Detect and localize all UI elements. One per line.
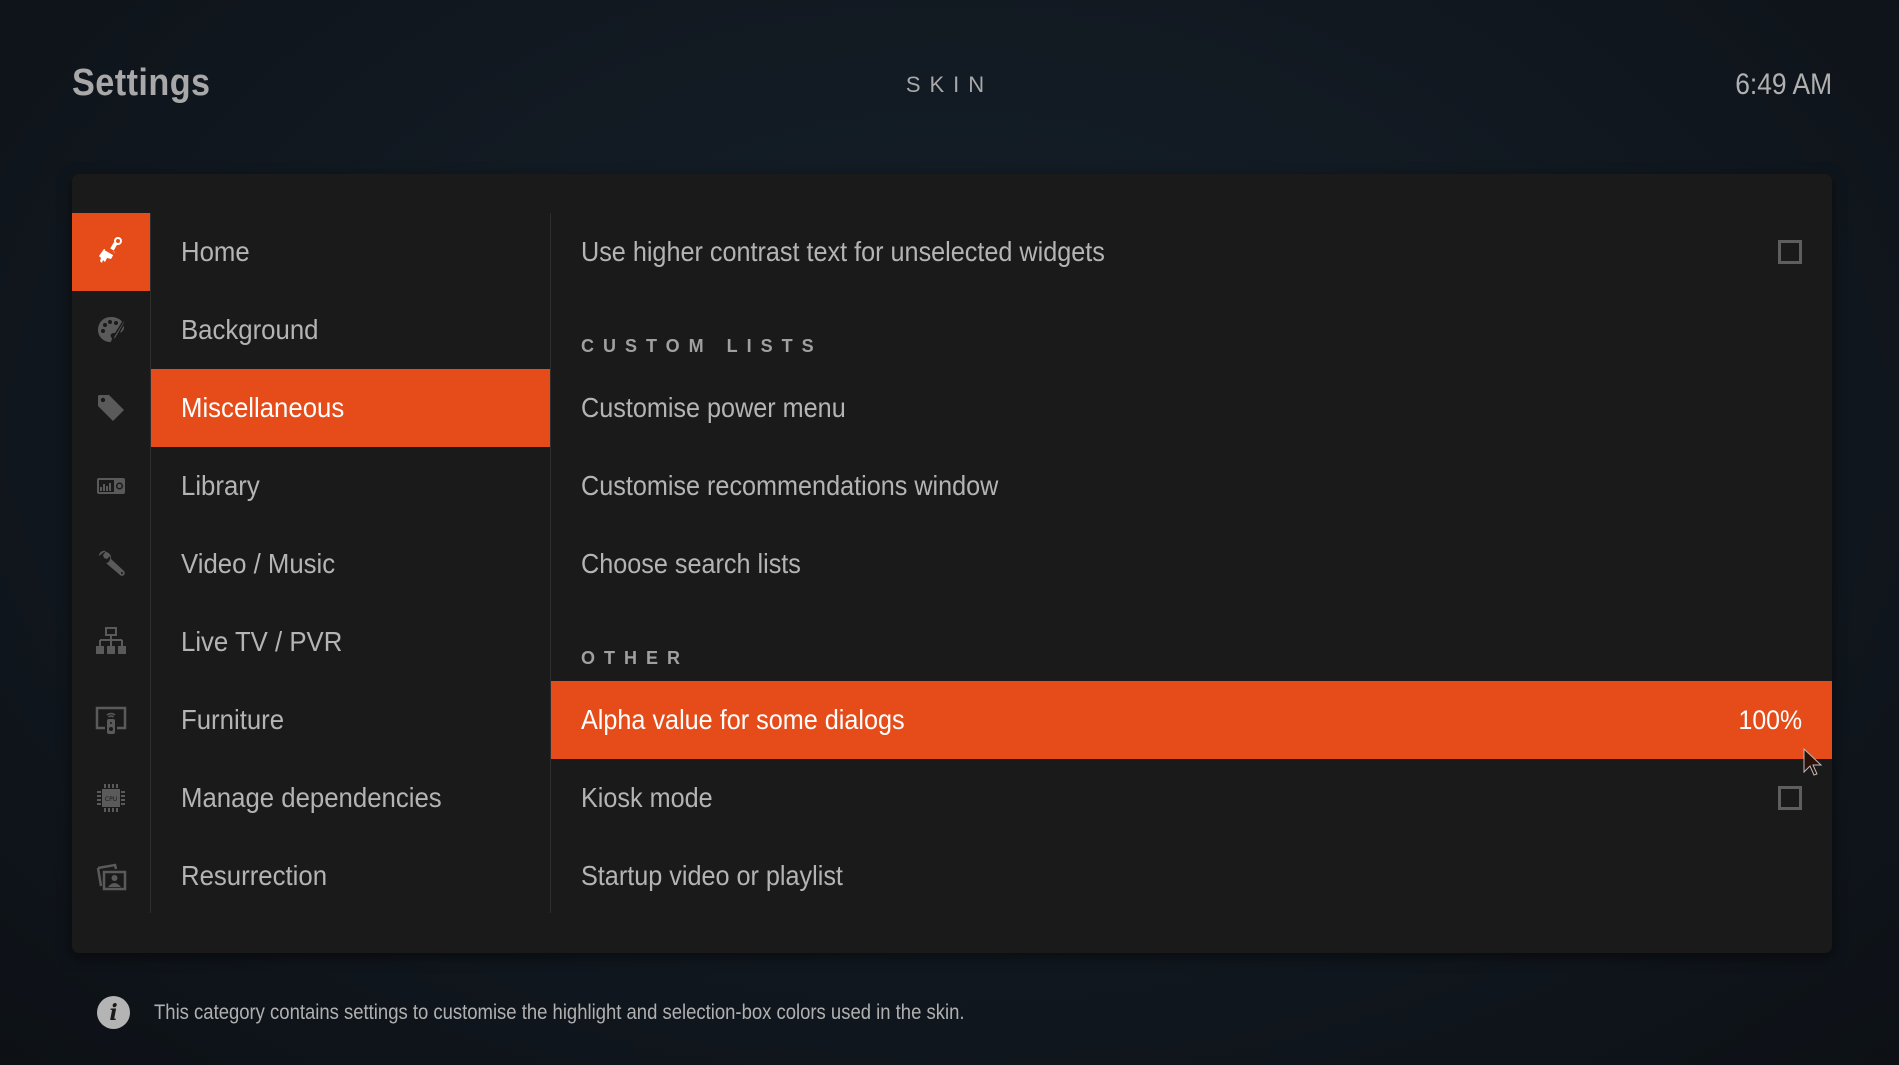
info-icon: i [97, 996, 130, 1029]
category-description: This category contains settings to custo… [154, 1000, 965, 1024]
sidebar-icon-video-music[interactable] [72, 525, 150, 603]
wrench-icon [99, 550, 125, 576]
palette-icon [98, 317, 126, 344]
category-livetv-pvr[interactable]: Live TV / PVR [151, 603, 551, 681]
checkbox-kiosk-mode[interactable] [1778, 786, 1802, 810]
tag-icon [98, 395, 124, 421]
sidebar-icon-home[interactable] [72, 213, 150, 291]
clock: 6:49 AM [1735, 68, 1832, 101]
category-home[interactable]: Home [151, 213, 551, 291]
cpu-chip-icon: CPU [97, 784, 125, 812]
category-icon-column: CPU [72, 213, 150, 915]
settings-panel: CPU Home Background Miscellaneous Librar… [72, 174, 1832, 953]
mouse-cursor-icon [1803, 748, 1823, 776]
checkbox-high-contrast[interactable] [1778, 240, 1802, 264]
setting-high-contrast-text[interactable]: Use higher contrast text for unselected … [551, 213, 1832, 291]
section-label: SKIN [905, 72, 994, 97]
category-list: Home Background Miscellaneous Library Vi… [150, 213, 551, 913]
category-library[interactable]: Library [151, 447, 551, 525]
info-footer: i This category contains settings to cus… [97, 996, 1075, 1029]
category-furniture[interactable]: Furniture [151, 681, 551, 759]
paintbrush-icon [99, 237, 122, 263]
setting-customise-power-menu[interactable]: Customise power menu [551, 369, 1832, 447]
sidebar-icon-resurrection[interactable] [72, 837, 150, 915]
remote-control-icon [95, 706, 127, 734]
alpha-value-readout: 100% [1738, 704, 1802, 735]
setting-choose-search-lists[interactable]: Choose search lists [551, 525, 1832, 603]
setting-alpha-value[interactable]: Alpha value for some dialogs 100% [551, 681, 1832, 759]
setting-customise-recommendations[interactable]: Customise recommendations window [551, 447, 1832, 525]
sidebar-icon-misc[interactable] [72, 369, 150, 447]
category-video-music[interactable]: Video / Music [151, 525, 551, 603]
sidebar-icon-livetv[interactable] [72, 603, 150, 681]
network-tree-icon [96, 627, 126, 654]
category-resurrection[interactable]: Resurrection [151, 837, 551, 915]
setting-startup-video[interactable]: Startup video or playlist [551, 837, 1832, 915]
sidebar-icon-background[interactable] [72, 291, 150, 369]
settings-list: Use higher contrast text for unselected … [551, 213, 1832, 915]
group-header-other: OTHER [581, 648, 689, 668]
sidebar-icon-furniture[interactable] [72, 681, 150, 759]
category-background[interactable]: Background [151, 291, 551, 369]
equalizer-device-icon [97, 478, 125, 494]
photo-portrait-icon [96, 863, 127, 891]
sidebar-icon-library[interactable] [72, 447, 150, 525]
group-header-custom-lists: CUSTOM LISTS [581, 336, 823, 356]
category-miscellaneous[interactable]: Miscellaneous [151, 369, 551, 447]
setting-kiosk-mode[interactable]: Kiosk mode [551, 759, 1832, 837]
category-manage-dependencies[interactable]: Manage dependencies [151, 759, 551, 837]
sidebar-icon-dependencies[interactable]: CPU [72, 759, 150, 837]
svg-text:CPU: CPU [105, 796, 117, 803]
